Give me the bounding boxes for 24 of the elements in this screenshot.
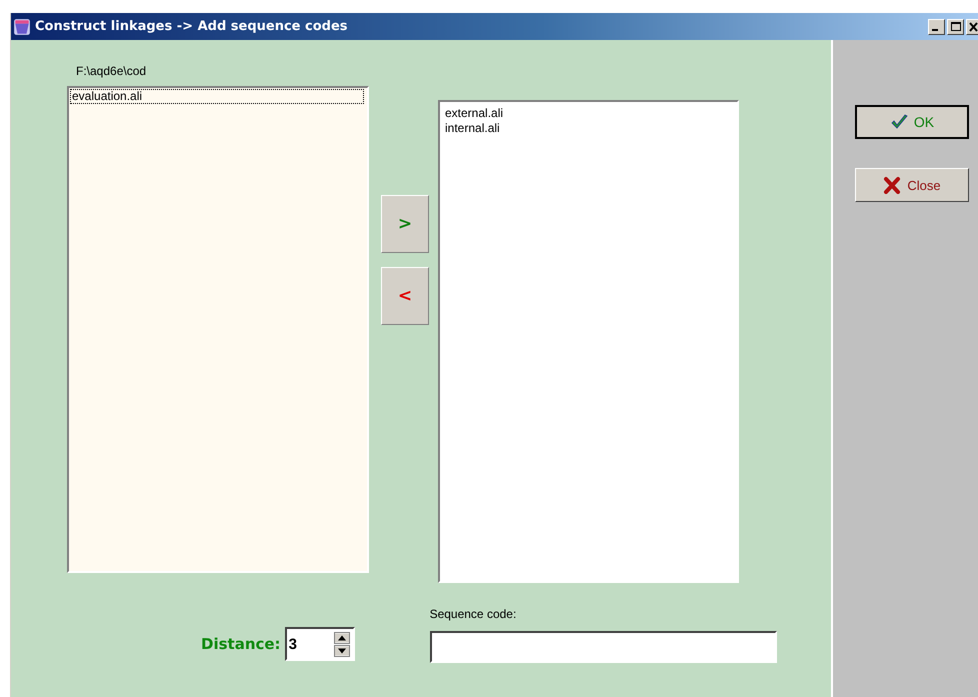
close-button[interactable] bbox=[966, 18, 978, 34]
list-item[interactable]: external.ali bbox=[443, 106, 506, 121]
maximize-icon bbox=[948, 20, 962, 32]
cross-icon bbox=[883, 176, 902, 194]
minimize-icon bbox=[932, 29, 938, 31]
distance-spinner[interactable]: 3 bbox=[284, 627, 355, 661]
sequence-code-field[interactable] bbox=[430, 631, 777, 663]
source-list[interactable]: evaluation.ali bbox=[67, 86, 369, 573]
close-dialog-button[interactable]: Close bbox=[855, 168, 969, 202]
spin-up-icon[interactable] bbox=[334, 632, 350, 644]
target-list[interactable]: external.ali internal.ali bbox=[438, 100, 739, 583]
sequence-code-label: Sequence code: bbox=[430, 607, 518, 621]
minimize-button[interactable] bbox=[928, 18, 945, 34]
distance-value: 3 bbox=[288, 636, 297, 652]
app-icon bbox=[13, 18, 31, 36]
folder-path: F:\aqd6e\cod bbox=[76, 64, 148, 78]
checkmark-icon bbox=[890, 113, 908, 131]
list-item[interactable]: evaluation.ali bbox=[70, 89, 364, 104]
close-icon bbox=[968, 20, 978, 32]
distance-label: Distance: bbox=[201, 635, 281, 653]
spin-down-icon[interactable] bbox=[334, 644, 350, 656]
maximize-button[interactable] bbox=[947, 18, 964, 34]
list-item[interactable]: internal.ali bbox=[443, 121, 502, 136]
window-title: Construct linkages -> Add sequence codes bbox=[35, 19, 348, 34]
